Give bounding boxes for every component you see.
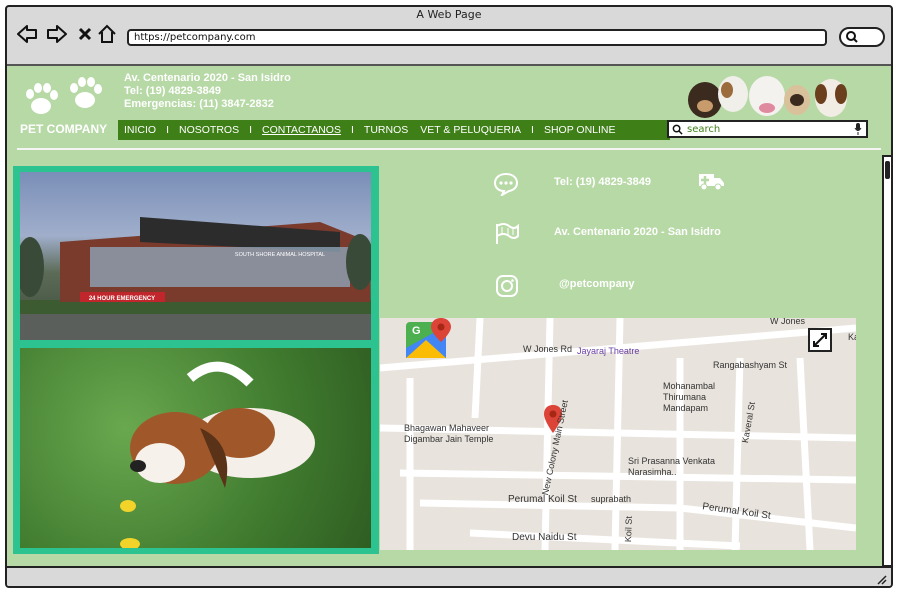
dogs-banner-image [688,76,847,118]
google-maps-icon: G [406,318,451,358]
contact-instagram[interactable]: @petcompany [559,278,635,290]
map-label: W Jones Rd [523,344,573,354]
logo-text[interactable]: PET COMPANY [20,122,107,136]
browser-search-icon [846,31,858,43]
header-info: Av. Centenario 2020 - San Isidro Tel: (1… [124,72,291,111]
page-scrollbar[interactable] [882,155,891,566]
map-label: Bhagawan Mahaveer Digambar Jain Temple [404,423,494,444]
sign-24hour: 24 HOUR EMERGENCY [89,296,155,302]
window-title: A Web Page [416,8,482,21]
search-placeholder: search [687,123,721,135]
dog-on-grass-photo [20,348,371,548]
map-label: Perumal Koil St [508,494,577,505]
contact-phone[interactable]: Tel: (19) 4829-3849 [554,176,651,188]
header-divider [17,148,881,150]
nav-shop-online[interactable]: SHOP ONLINE [538,124,622,136]
contact-address[interactable]: Av. Centenario 2020 - San Isidro [554,226,721,238]
map-label: Koil St [623,516,634,543]
search-icon [672,124,683,135]
nav-separator: I [166,124,170,136]
nav-separator: I [531,124,534,136]
map-label: suprabath [591,494,632,504]
forward-icon[interactable] [45,23,69,45]
browser-search[interactable] [839,27,885,47]
nav-inicio[interactable]: INICIO [118,124,162,136]
site-search-input[interactable]: search [667,120,868,138]
page-content: PET COMPANY Av. Centenario 2020 - San Is… [7,64,891,566]
nav-contactanos[interactable]: CONTACTANOS [256,124,347,136]
microphone-icon[interactable] [854,123,862,135]
paw-logo-icon [26,77,102,114]
page-top-border [7,64,891,66]
close-icon[interactable] [73,23,97,45]
map-label: Rangabashyam St [713,360,788,370]
scroll-thumb[interactable] [885,161,890,179]
nav-separator: I [350,124,354,136]
map-label: Mohanambal Thirumana Mandapam [663,381,716,413]
sign-hospital: SOUTH SHORE ANIMAL HOSPITAL [235,252,325,258]
browser-window: A Web Page https://petcompany.com PET CO… [5,5,893,588]
svg-text:G: G [412,325,421,337]
map-label: Sri Prasanna Venkata Narasimha.. [628,456,716,477]
back-icon[interactable] [15,23,39,45]
map-label: Devu Naidu St [512,532,577,543]
ambulance-icon [699,174,724,191]
photo-gallery: 24 HOUR EMERGENCY SOUTH SHORE ANIMAL HOS… [13,166,379,554]
url-bar[interactable]: https://petcompany.com [127,29,827,46]
nav-turnos[interactable]: TURNOS [358,124,414,136]
nav-separator: I [249,124,253,136]
fullscreen-button[interactable] [808,328,832,352]
expand-icon [813,333,827,347]
map-label: W Jones [770,318,806,326]
header-address: Av. Centenario 2020 - San Isidro [124,72,291,84]
status-bar [7,566,891,586]
header-emergency: Emergencias: (11) 3847-2832 [124,98,274,110]
clinic-building-photo: 24 HOUR EMERGENCY SOUTH SHORE ANIMAL HOS… [20,172,371,340]
nav-nosotros[interactable]: NOSOTROS [173,124,245,136]
map-label: Jayaraj Theatre [577,346,640,356]
chat-icon [493,172,519,196]
resize-grip-icon[interactable] [875,573,887,585]
instagram-icon[interactable] [495,274,519,298]
home-icon[interactable] [95,23,119,45]
location-map[interactable]: G W Jones Rd Jayaraj Theatre Rangabashya… [380,318,856,550]
header-phone: Tel: (19) 4829-3849 [124,85,222,97]
main-nav: INICIO I NOSOTROS I CONTACTANOS I TURNOS… [118,120,670,140]
map-label: Ka [848,332,856,342]
nav-vet-peluqueria[interactable]: VET & PELUQUERIA [414,124,527,136]
flag-icon [496,223,519,244]
